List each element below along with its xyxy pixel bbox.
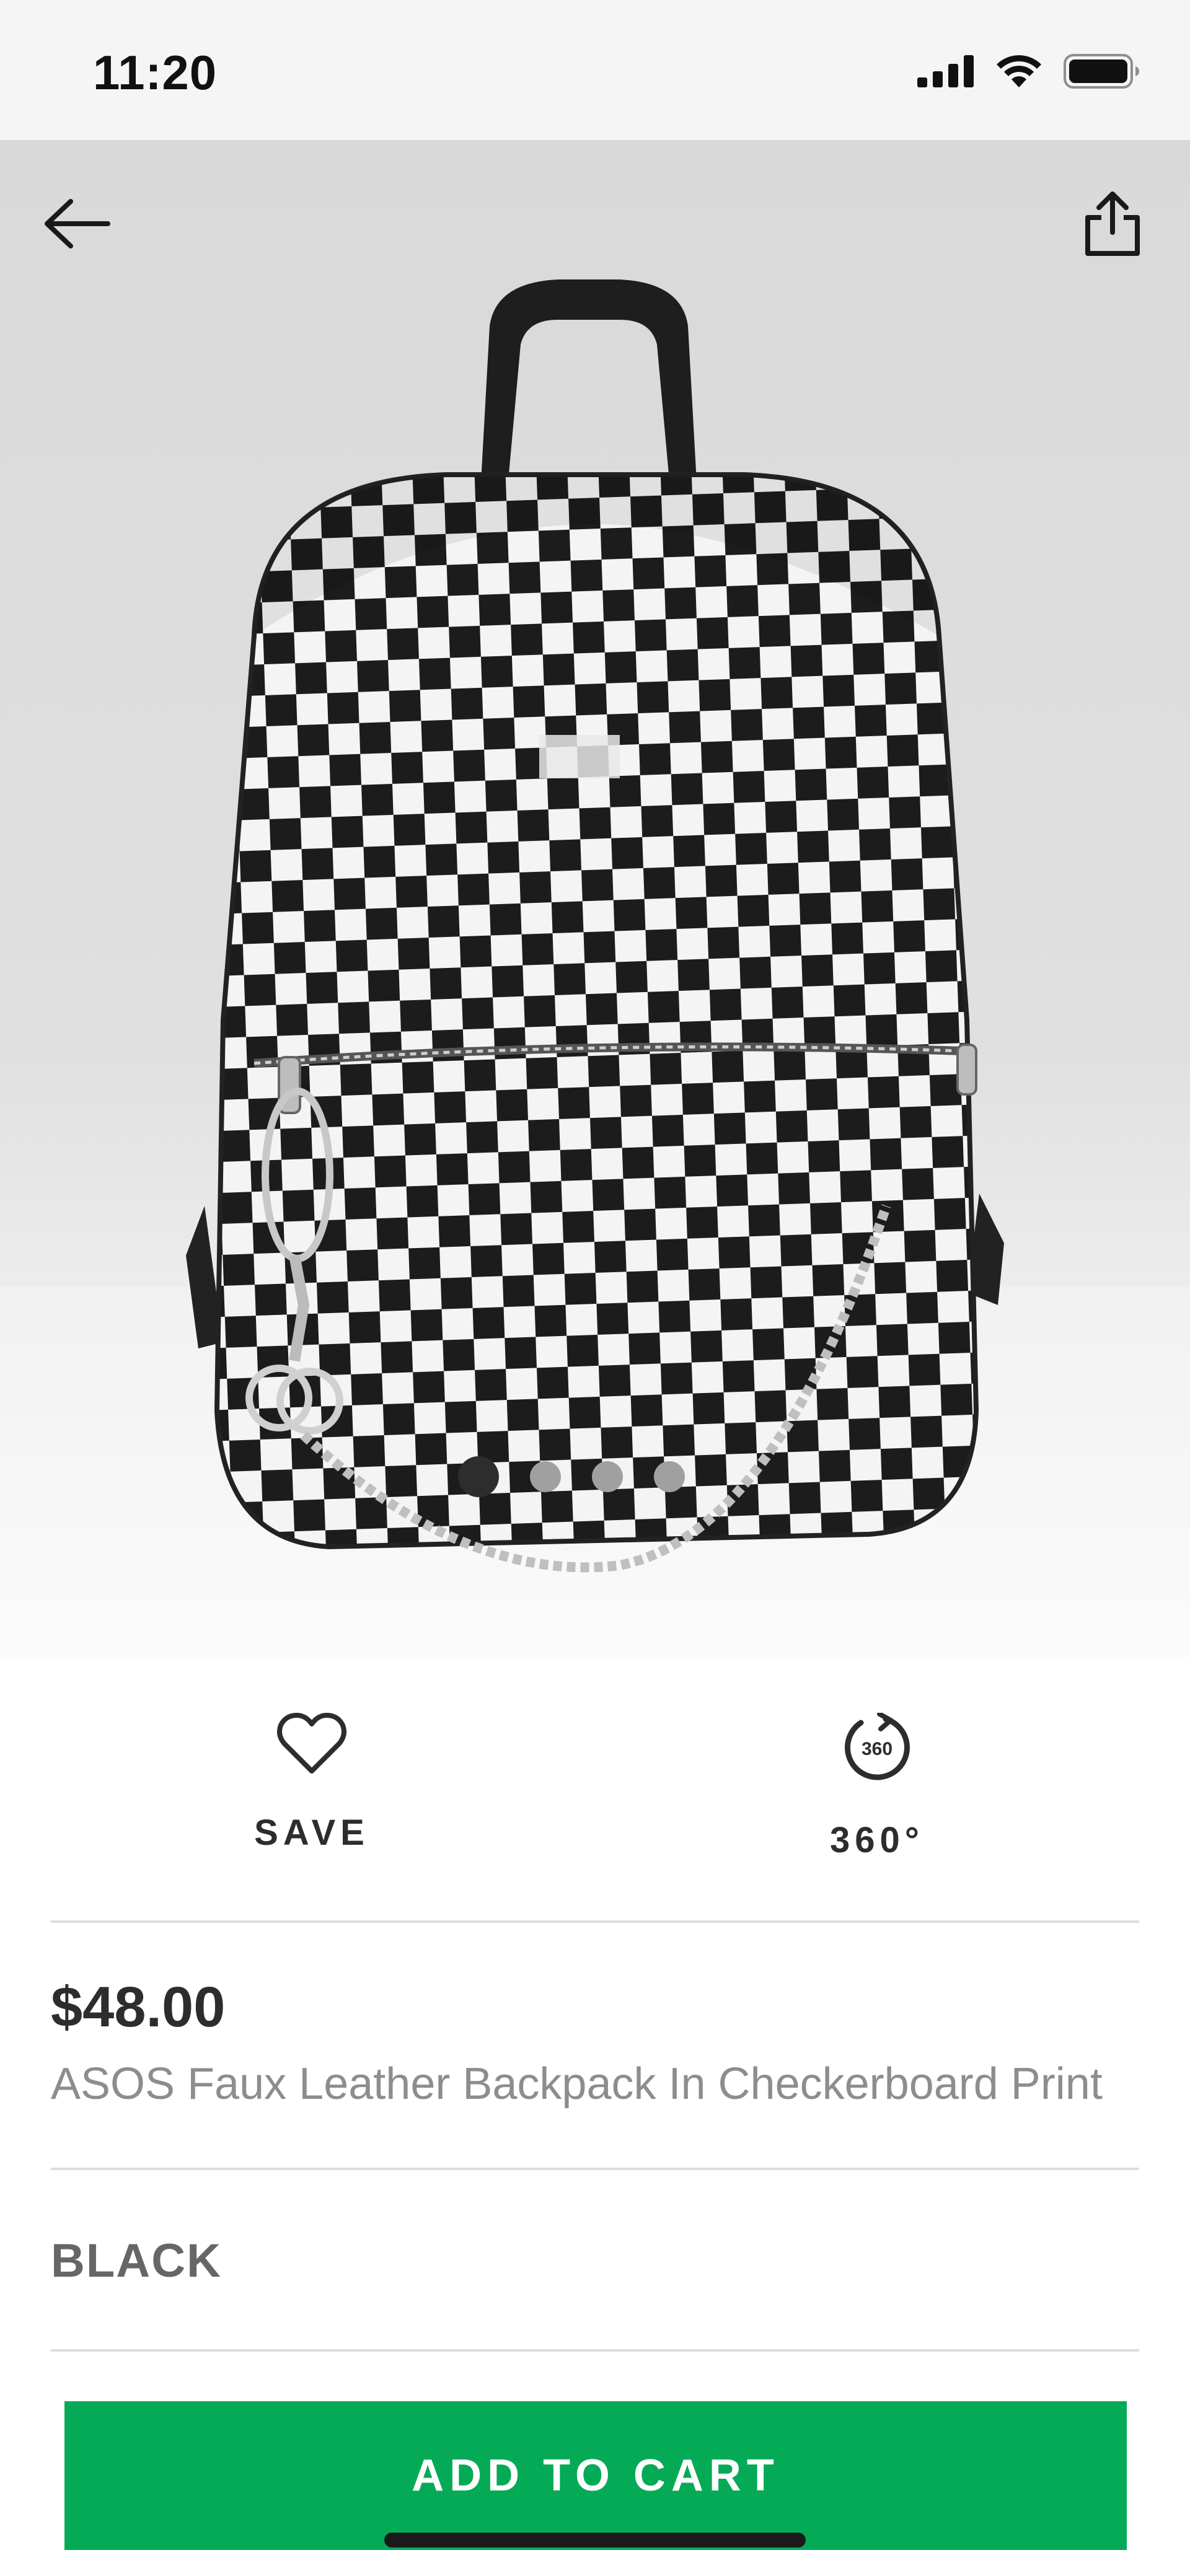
add-to-cart-button[interactable]: ADD TO CART <box>64 2401 1127 2550</box>
wifi-icon <box>997 55 1041 87</box>
add-to-cart-label: ADD TO CART <box>412 2451 780 2500</box>
save-button[interactable]: SAVE <box>188 1713 436 1853</box>
cellular-signal-icon <box>917 55 974 87</box>
heart-icon <box>277 1713 346 1774</box>
product-colour: BLACK <box>51 2235 222 2287</box>
share-button[interactable] <box>1072 183 1153 264</box>
pagination-dot[interactable] <box>530 1461 561 1492</box>
status-bar: 11:20 <box>0 0 1190 140</box>
divider <box>51 2349 1139 2352</box>
share-icon <box>1085 191 1140 256</box>
rotate-360-icon-text: 360 <box>862 1739 892 1759</box>
product-price: $48.00 <box>51 1976 226 2039</box>
backpack-image <box>186 279 1004 1573</box>
pagination-dot[interactable] <box>654 1461 685 1492</box>
back-button[interactable] <box>37 183 118 264</box>
image-pagination <box>0 1456 1166 1497</box>
pagination-dot[interactable] <box>458 1456 499 1497</box>
status-time: 11:20 <box>93 45 218 100</box>
product-actions: SAVE 360 360° <box>0 1657 1190 1920</box>
status-icons <box>917 51 1140 92</box>
divider <box>51 2168 1139 2170</box>
save-label: SAVE <box>254 1813 369 1853</box>
divider <box>51 1920 1139 1923</box>
product-image-gallery[interactable] <box>0 140 1190 1657</box>
arrow-left-icon <box>45 199 110 248</box>
rotate-360-icon: 360 <box>845 1713 910 1780</box>
pagination-dot[interactable] <box>592 1461 623 1492</box>
view-360-label: 360° <box>830 1820 924 1860</box>
battery-icon <box>1064 54 1139 89</box>
view-360-button[interactable]: 360 360° <box>753 1713 1001 1861</box>
home-indicator <box>384 2533 806 2547</box>
product-name: ASOS Faux Leather Backpack In Checkerboa… <box>51 2059 1103 2109</box>
